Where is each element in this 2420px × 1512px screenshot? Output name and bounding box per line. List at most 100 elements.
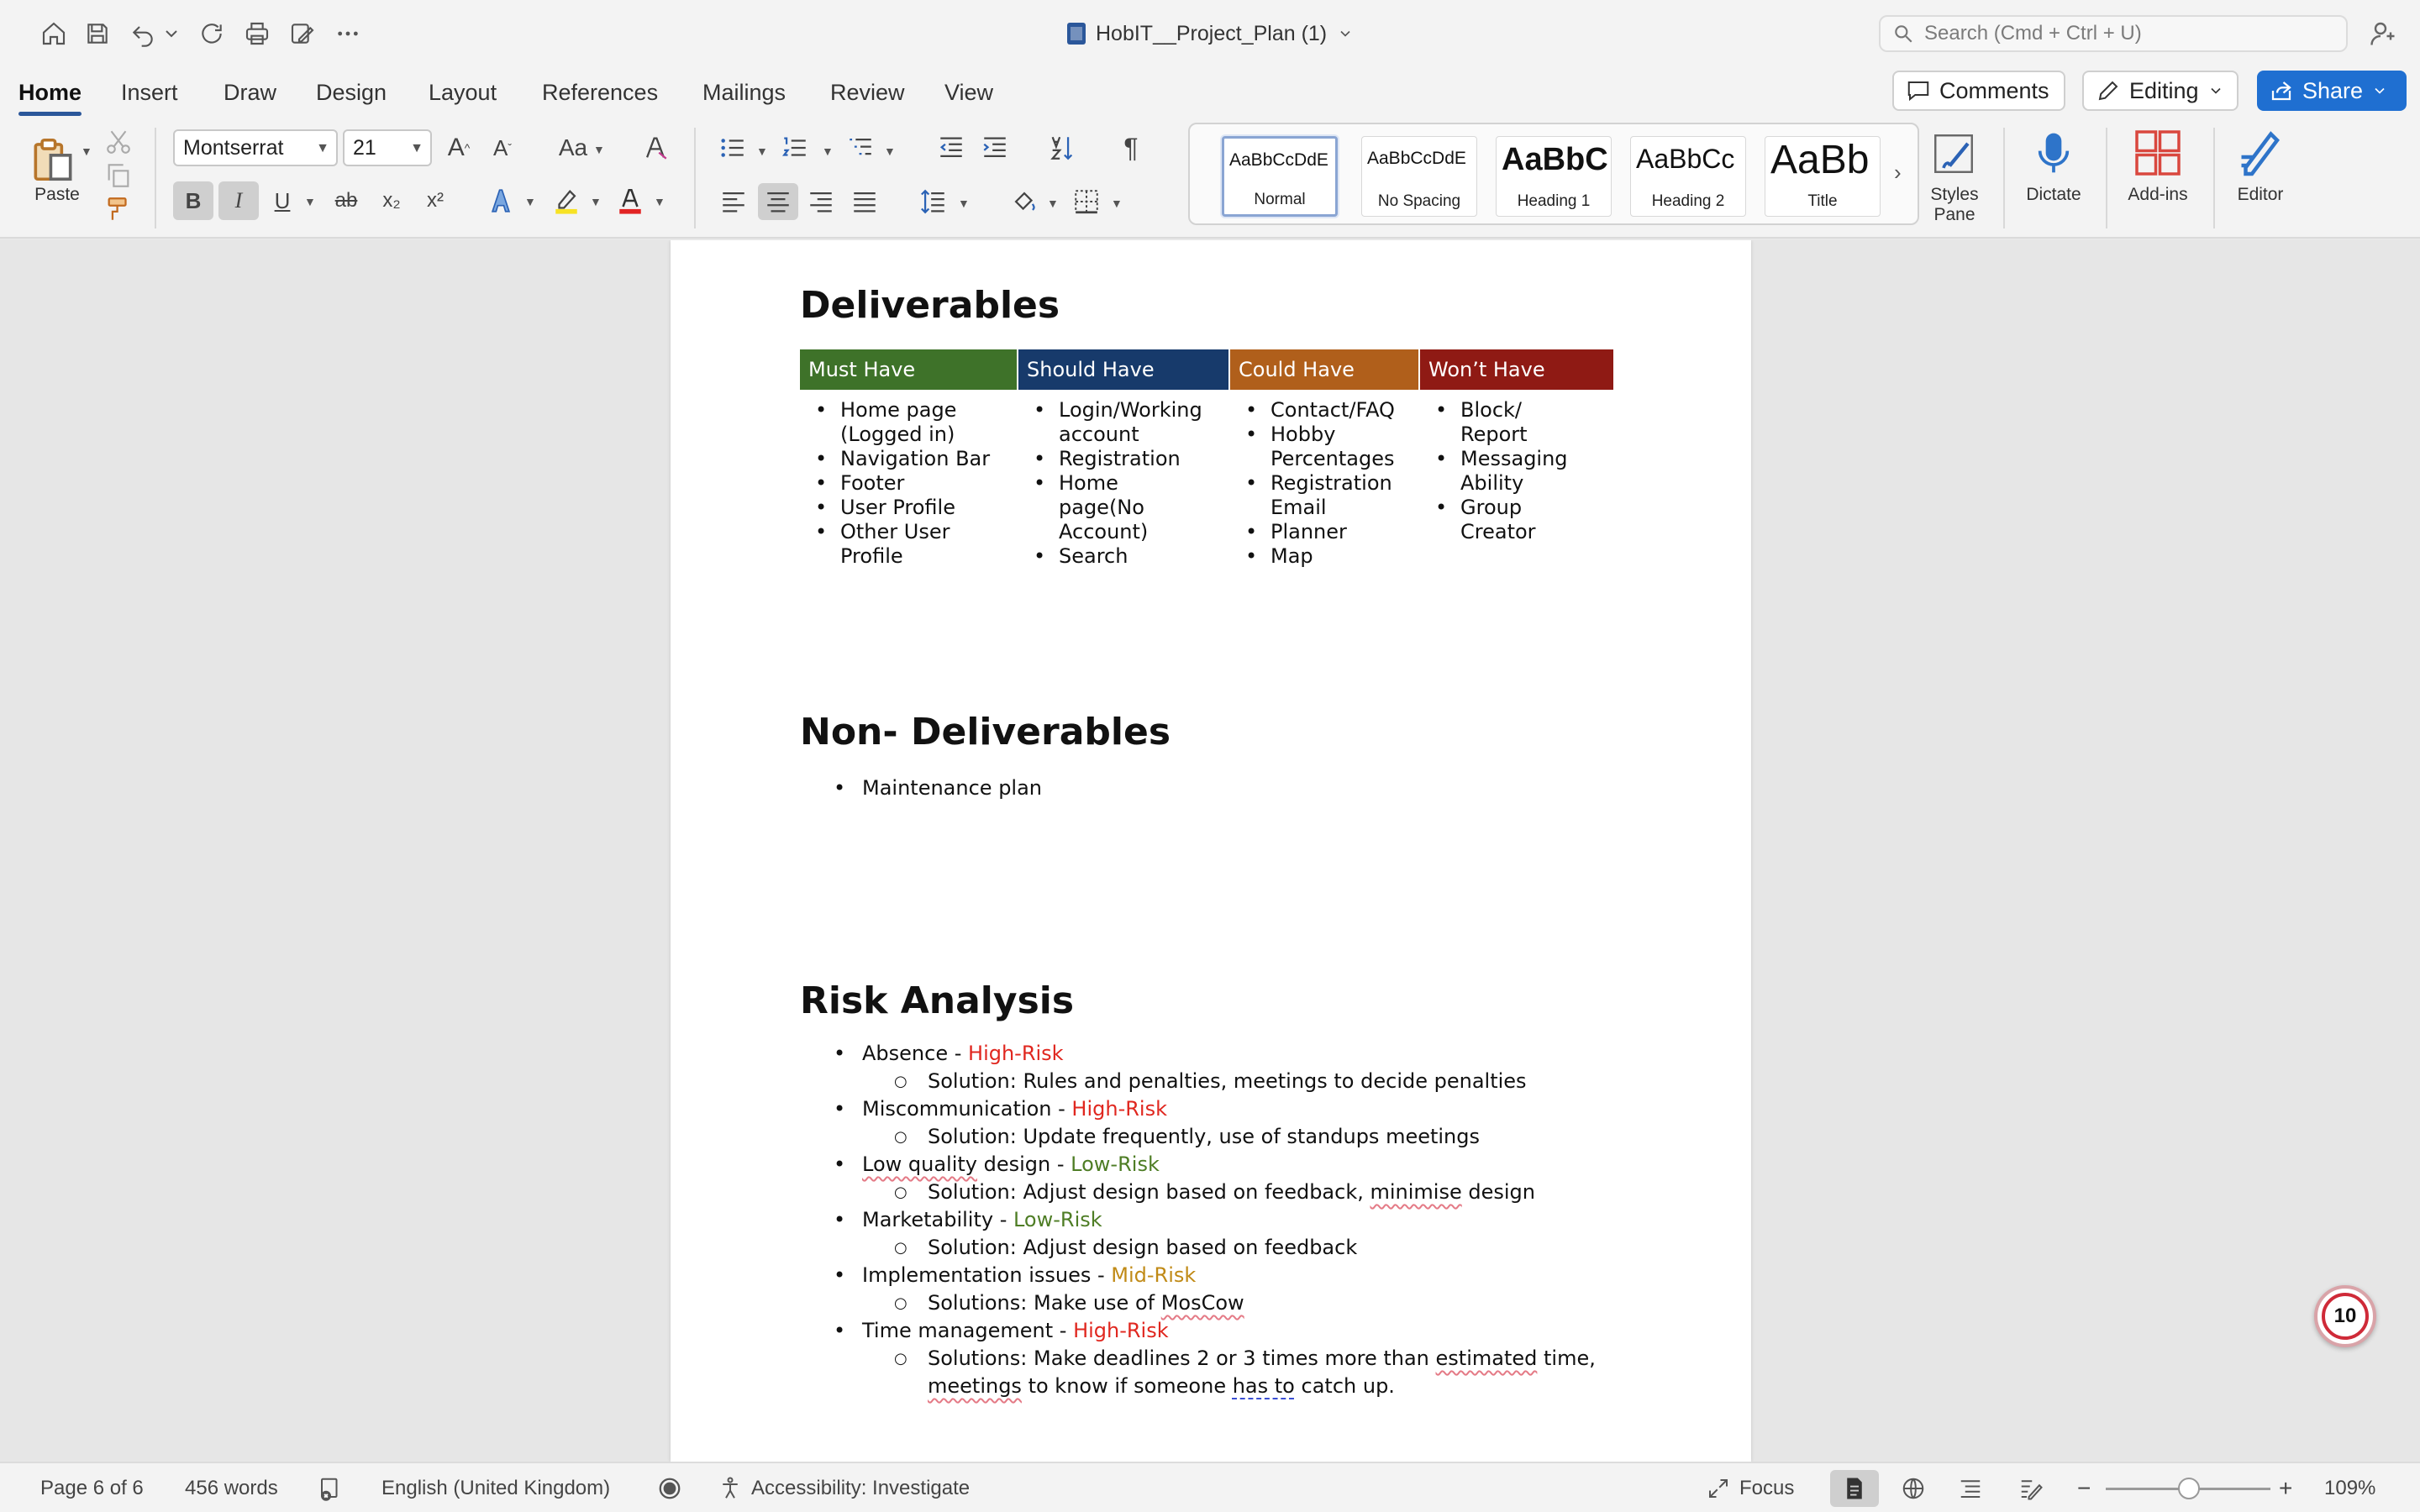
spelling-flag[interactable]: meetings <box>928 1374 1022 1398</box>
font-color-dropdown-icon[interactable]: ▼ <box>654 195 666 208</box>
record-macro-icon[interactable] <box>657 1475 682 1502</box>
spelling-flag[interactable]: Low quality <box>862 1152 977 1176</box>
save-icon[interactable] <box>81 17 114 50</box>
outline-view-icon[interactable] <box>1958 1475 1983 1502</box>
editing-mode-button[interactable]: Editing <box>2082 71 2238 111</box>
styles-pane-icon[interactable] <box>1928 126 1980 181</box>
multilevel-list-icon[interactable] <box>844 131 877 165</box>
spelling-flag[interactable]: minimise <box>1370 1180 1462 1204</box>
underline-button[interactable]: U <box>266 181 299 220</box>
search-input[interactable]: Search (Cmd + Ctrl + U) <box>1879 15 2348 52</box>
grammar-flag[interactable]: has to <box>1233 1374 1295 1398</box>
style-no-spacing[interactable]: AaBbCcDdE No Spacing <box>1361 136 1477 217</box>
grow-font-button[interactable]: A ^ <box>442 131 476 165</box>
web-layout-icon[interactable] <box>1901 1475 1926 1502</box>
increase-indent-icon[interactable] <box>978 131 1012 165</box>
document-title[interactable]: HobIT__Project_Plan (1) <box>1067 18 1354 49</box>
clear-formatting-icon[interactable] <box>639 131 672 165</box>
highlight-color-icon[interactable] <box>548 181 585 220</box>
more-icon[interactable] <box>331 17 365 50</box>
change-case-button[interactable]: Aa <box>551 131 595 165</box>
strikethrough-button[interactable]: ab <box>328 181 365 220</box>
tab-insert[interactable]: Insert <box>121 74 178 111</box>
style-title[interactable]: AaBb Title <box>1765 136 1881 217</box>
bullets-icon[interactable] <box>716 131 750 165</box>
zoom-level[interactable]: 109% <box>2324 1475 2375 1502</box>
numbering-icon[interactable] <box>778 131 812 165</box>
microphone-icon[interactable] <box>2028 124 2079 181</box>
bullets-dropdown-icon[interactable]: ▼ <box>756 144 768 158</box>
tab-draw[interactable]: Draw <box>224 74 276 111</box>
italic-button[interactable]: I <box>218 181 259 220</box>
tab-references[interactable]: References <box>542 74 658 111</box>
text-effects-icon[interactable] <box>484 181 518 220</box>
style-heading-2[interactable]: AaBbCc Heading 2 <box>1630 136 1746 217</box>
font-name-dropdown[interactable]: Montserrat ▼ <box>173 129 338 166</box>
underline-dropdown-icon[interactable]: ▼ <box>304 195 316 208</box>
zoom-slider-thumb[interactable] <box>2178 1478 2200 1499</box>
undo-icon[interactable] <box>126 17 160 50</box>
word-count[interactable]: 456 words <box>185 1475 278 1502</box>
subscript-button[interactable]: x₂ <box>373 181 410 220</box>
numbering-dropdown-icon[interactable]: ▼ <box>822 144 834 158</box>
format-painter-icon[interactable] <box>104 195 133 223</box>
justify-icon[interactable] <box>847 183 882 220</box>
chevron-right-icon[interactable]: › <box>1894 160 1902 186</box>
style-heading-1[interactable]: AaBbC Heading 1 <box>1496 136 1612 217</box>
sort-icon[interactable] <box>1045 131 1079 165</box>
zoom-in-button[interactable]: + <box>2279 1475 2292 1502</box>
home-icon[interactable] <box>37 17 71 50</box>
copy-icon[interactable] <box>104 161 133 190</box>
text-effects-dropdown-icon[interactable]: ▼ <box>524 195 536 208</box>
zoom-out-button[interactable]: − <box>2077 1475 2091 1502</box>
cut-icon[interactable] <box>104 128 133 156</box>
proofing-icon[interactable] <box>318 1475 343 1502</box>
change-case-dropdown-icon[interactable]: ▼ <box>593 143 605 156</box>
line-spacing-icon[interactable] <box>916 183 951 220</box>
tab-view[interactable]: View <box>944 74 993 111</box>
comments-button[interactable]: Comments <box>1892 71 2065 111</box>
font-size-dropdown[interactable]: 21 ▼ <box>343 129 432 166</box>
shading-icon[interactable] <box>1007 183 1042 220</box>
highlight-dropdown-icon[interactable]: ▼ <box>590 195 602 208</box>
align-left-icon[interactable] <box>716 183 751 220</box>
show-formatting-icon[interactable]: ¶ <box>1114 131 1148 165</box>
spelling-flag[interactable]: estimated <box>1436 1347 1538 1370</box>
add-ins-icon[interactable] <box>2131 124 2185 181</box>
line-spacing-dropdown-icon[interactable]: ▼ <box>958 197 970 210</box>
tab-home[interactable]: Home <box>18 74 82 116</box>
page-count[interactable]: Page 6 of 6 <box>40 1475 144 1502</box>
paste-icon[interactable] <box>24 126 82 193</box>
style-normal[interactable]: AaBbCcDdE Normal <box>1222 136 1338 217</box>
borders-dropdown-icon[interactable]: ▼ <box>1111 197 1123 210</box>
tab-review[interactable]: Review <box>830 74 905 111</box>
edit-doc-icon[interactable] <box>286 17 319 50</box>
shading-dropdown-icon[interactable]: ▼ <box>1047 197 1059 210</box>
editor-icon[interactable] <box>2233 124 2287 181</box>
draft-view-icon[interactable] <box>2018 1475 2044 1502</box>
bold-button[interactable]: B <box>173 181 213 220</box>
shrink-font-button[interactable]: Aˇ <box>486 131 519 165</box>
tab-layout[interactable]: Layout <box>429 74 497 111</box>
share-button[interactable]: Share <box>2257 71 2407 111</box>
redo-icon[interactable] <box>195 17 229 50</box>
comment-count-badge[interactable]: 10 <box>2314 1285 2376 1347</box>
font-color-icon[interactable] <box>612 181 649 220</box>
spelling-flag[interactable]: MosCow <box>1161 1291 1244 1315</box>
focus-button[interactable]: Focus <box>1706 1475 1794 1502</box>
print-icon[interactable] <box>240 17 274 50</box>
borders-icon[interactable] <box>1069 183 1104 220</box>
share-person-icon[interactable] <box>2368 18 2398 49</box>
accessibility-status[interactable]: Accessibility: Investigate <box>718 1475 970 1502</box>
undo-dropdown-icon[interactable] <box>161 17 182 50</box>
document-page[interactable]: Deliverables Must Have Should Have Could… <box>671 240 1751 1462</box>
tab-design[interactable]: Design <box>316 74 387 111</box>
align-center-icon[interactable] <box>758 183 798 220</box>
language-status[interactable]: English (United Kingdom) <box>381 1475 610 1502</box>
print-layout-icon[interactable] <box>1830 1470 1879 1507</box>
document-canvas[interactable]: Deliverables Must Have Should Have Could… <box>0 240 2420 1462</box>
decrease-indent-icon[interactable] <box>934 131 968 165</box>
multilevel-dropdown-icon[interactable]: ▼ <box>884 144 896 158</box>
paste-dropdown-icon[interactable]: ▼ <box>81 144 92 158</box>
superscript-button[interactable]: x² <box>417 181 454 220</box>
